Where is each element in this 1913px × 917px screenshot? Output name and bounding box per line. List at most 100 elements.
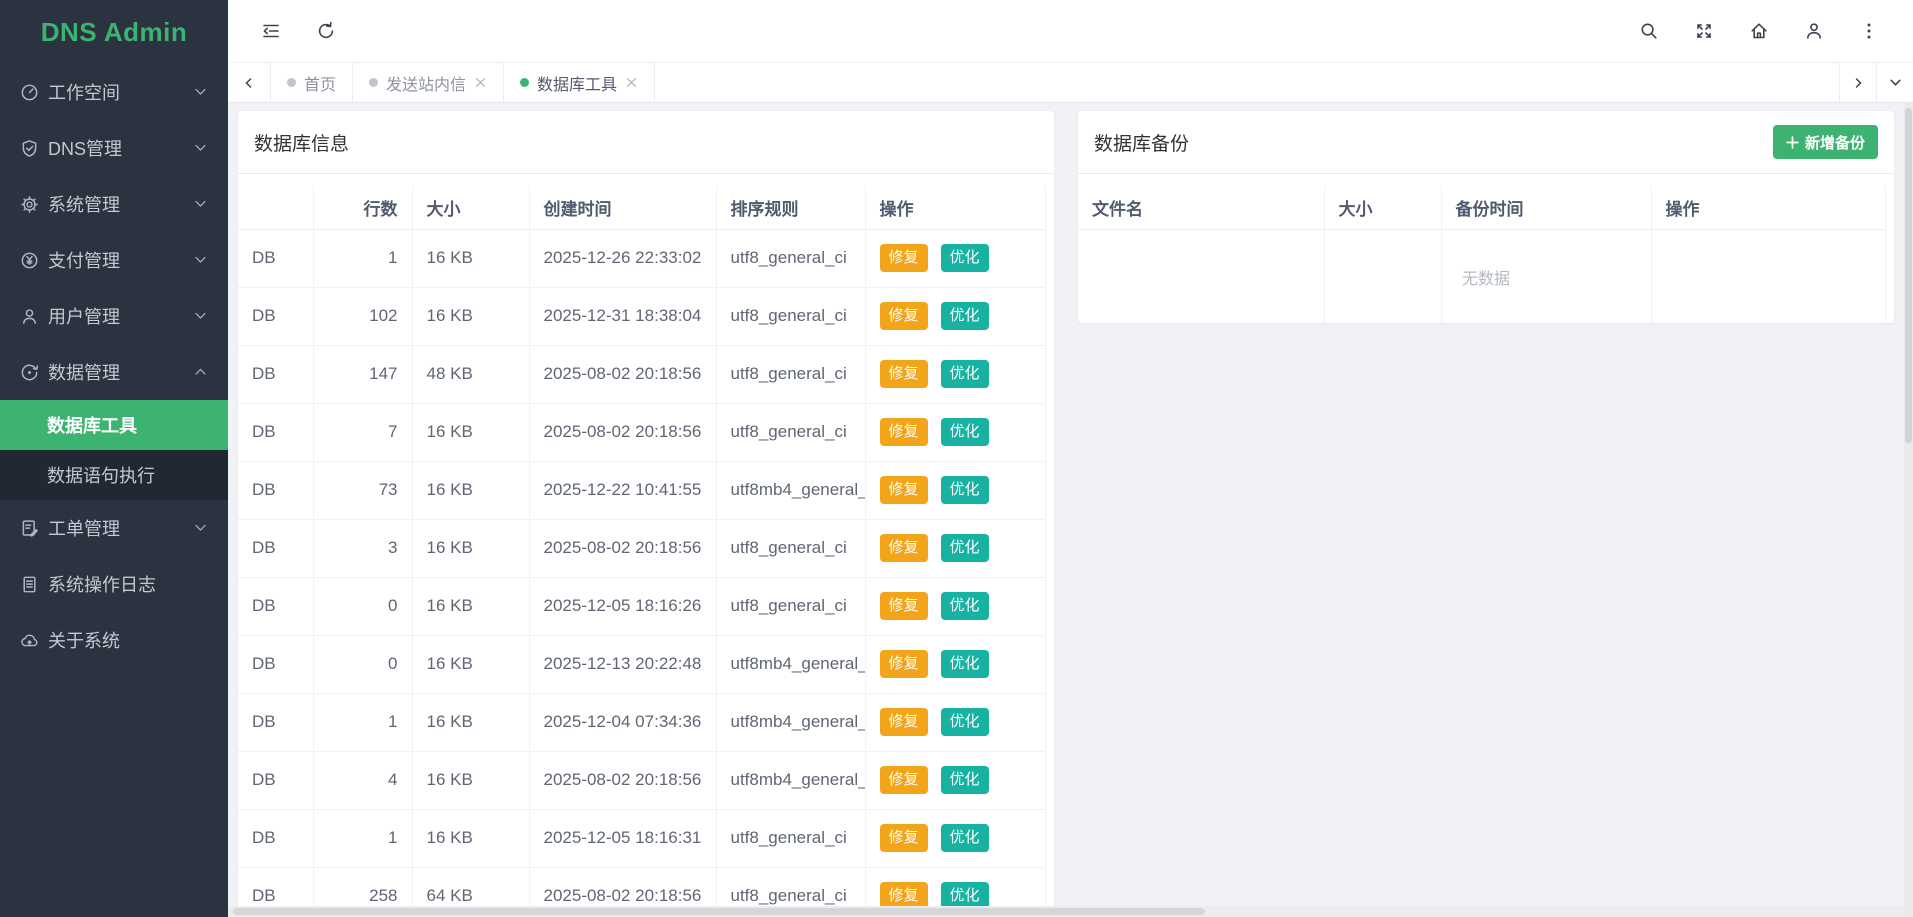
db-name-cell: DB — [238, 287, 313, 345]
size-cell: 48 KB — [412, 345, 529, 403]
created-time-cell: 2025-08-02 20:18:56 — [529, 403, 716, 461]
actions-cell: 修复优化 — [865, 229, 1046, 287]
db-name-cell: DB — [238, 635, 313, 693]
size-cell: 16 KB — [412, 403, 529, 461]
gear-icon — [20, 195, 39, 214]
fullscreen-icon[interactable] — [1694, 21, 1714, 41]
sidebar-item-database-tools[interactable]: 数据库工具 — [0, 400, 228, 450]
sidebar-item-operation-log[interactable]: 系统操作日志 — [0, 556, 228, 612]
sidebar-item-dns[interactable]: DNS管理 — [0, 120, 228, 176]
shield-icon — [20, 139, 39, 158]
optimize-button[interactable]: 优化 — [941, 418, 989, 446]
cloud-icon — [20, 631, 39, 650]
horizontal-scrollbar-thumb[interactable] — [233, 908, 1205, 915]
col-created-header: 创建时间 — [529, 186, 716, 229]
vertical-scrollbar-track — [1904, 103, 1913, 917]
tabs-menu-button[interactable] — [1876, 63, 1913, 102]
data-submenu: 数据库工具 数据语句执行 — [0, 400, 228, 500]
repair-button[interactable]: 修复 — [880, 592, 928, 620]
tab-database-tools[interactable]: 数据库工具 — [504, 63, 655, 102]
col-actions-header: 操作 — [865, 186, 1046, 229]
home-icon[interactable] — [1749, 21, 1769, 41]
created-time-cell: 2025-12-05 18:16:26 — [529, 577, 716, 635]
table-row: DB14748 KB2025-08-02 20:18:56utf8_genera… — [238, 345, 1046, 403]
close-icon[interactable] — [625, 76, 638, 89]
optimize-button[interactable]: 优化 — [941, 360, 989, 388]
tab-label: 发送站内信 — [386, 71, 466, 95]
chevron-up-icon — [195, 368, 206, 376]
app-logo: DNS Admin — [0, 0, 228, 64]
more-vertical-icon[interactable] — [1859, 21, 1879, 41]
table-header-row: 行数 大小 创建时间 排序规则 操作 — [238, 186, 1046, 229]
horizontal-scrollbar-track — [228, 906, 1904, 917]
table-row: DB7316 KB2025-12-22 10:41:55utf8mb4_gene… — [238, 461, 1046, 519]
add-backup-button[interactable]: 新增备份 — [1773, 125, 1878, 159]
optimize-button[interactable]: 优化 — [941, 708, 989, 736]
size-cell: 16 KB — [412, 809, 529, 867]
optimize-button[interactable]: 优化 — [941, 476, 989, 504]
repair-button[interactable]: 修复 — [880, 534, 928, 562]
created-time-cell: 2025-08-02 20:18:56 — [529, 751, 716, 809]
size-cell: 16 KB — [412, 751, 529, 809]
repair-button[interactable]: 修复 — [880, 650, 928, 678]
created-time-cell: 2025-12-31 18:38:04 — [529, 287, 716, 345]
optimize-button[interactable]: 优化 — [941, 592, 989, 620]
row-count-cell: 7 — [313, 403, 412, 461]
actions-cell: 修复优化 — [865, 809, 1046, 867]
actions-cell: 修复优化 — [865, 751, 1046, 809]
tabs-scroll-left-button[interactable] — [228, 63, 271, 102]
repair-button[interactable]: 修复 — [880, 476, 928, 504]
optimize-button[interactable]: 优化 — [941, 824, 989, 852]
optimize-button[interactable]: 优化 — [941, 766, 989, 794]
search-icon[interactable] — [1639, 21, 1659, 41]
close-icon[interactable] — [474, 76, 487, 89]
repair-button[interactable]: 修复 — [880, 824, 928, 852]
chevron-down-icon — [1889, 76, 1902, 89]
chevron-right-icon — [1852, 77, 1864, 89]
sidebar-item-payment[interactable]: 支付管理 — [0, 232, 228, 288]
repair-button[interactable]: 修复 — [880, 766, 928, 794]
sidebar-item-label: 数据库工具 — [47, 412, 137, 438]
repair-button[interactable]: 修复 — [880, 708, 928, 736]
refresh-icon[interactable] — [316, 21, 336, 41]
sidebar-item-users[interactable]: 用户管理 — [0, 288, 228, 344]
log-icon — [20, 575, 39, 594]
collation-cell: utf8_general_ci — [716, 229, 865, 287]
collapse-sidebar-icon[interactable] — [261, 21, 281, 41]
sidebar-item-tickets[interactable]: 工单管理 — [0, 500, 228, 556]
yen-circle-icon — [20, 251, 39, 270]
db-name-cell: DB — [238, 229, 313, 287]
tabs-scroll-right-button[interactable] — [1839, 63, 1876, 102]
sidebar-item-about[interactable]: 关于系统 — [0, 612, 228, 668]
vertical-scrollbar-thumb[interactable] — [1905, 108, 1912, 443]
sidebar-item-data[interactable]: 数据管理 — [0, 344, 228, 400]
data-circle-icon — [20, 363, 39, 382]
collation-cell: utf8mb4_general_ci — [716, 635, 865, 693]
row-count-cell: 1 — [313, 229, 412, 287]
collation-cell: utf8mb4_general_ci — [716, 693, 865, 751]
tab-dot — [287, 78, 296, 87]
optimize-button[interactable]: 优化 — [941, 244, 989, 272]
sidebar-item-system[interactable]: 系统管理 — [0, 176, 228, 232]
size-cell: 16 KB — [412, 635, 529, 693]
repair-button[interactable]: 修复 — [880, 418, 928, 446]
repair-button[interactable]: 修复 — [880, 360, 928, 388]
optimize-button[interactable]: 优化 — [941, 302, 989, 330]
sidebar-item-sql-execute[interactable]: 数据语句执行 — [0, 450, 228, 500]
user-icon[interactable] — [1804, 21, 1824, 41]
tab-send-message[interactable]: 发送站内信 — [353, 63, 504, 102]
chevron-left-icon — [243, 77, 255, 89]
db-name-cell: DB — [238, 577, 313, 635]
chevron-down-icon — [195, 144, 206, 152]
chevron-down-icon — [195, 524, 206, 532]
sidebar-item-label: 系统管理 — [48, 191, 195, 217]
sidebar-item-workspace[interactable]: 工作空间 — [0, 64, 228, 120]
col-size-header: 大小 — [412, 186, 529, 229]
optimize-button[interactable]: 优化 — [941, 650, 989, 678]
collation-cell: utf8_general_ci — [716, 809, 865, 867]
optimize-button[interactable]: 优化 — [941, 534, 989, 562]
tab-home[interactable]: 首页 — [271, 63, 353, 102]
repair-button[interactable]: 修复 — [880, 244, 928, 272]
created-time-cell: 2025-12-13 20:22:48 — [529, 635, 716, 693]
repair-button[interactable]: 修复 — [880, 302, 928, 330]
